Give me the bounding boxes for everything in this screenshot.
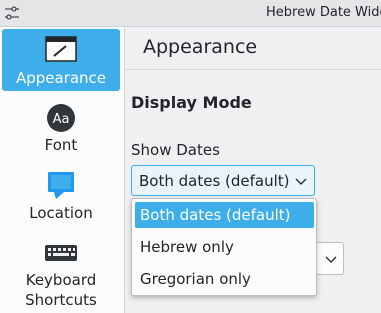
appearance-icon [45,36,77,62]
chevron-down-icon [325,256,337,263]
sidebar-item-label: Font [44,136,78,154]
sidebar-item-label: Appearance [15,69,107,87]
dropdown-option-gregorian-only[interactable]: Gregorian only [135,266,314,292]
sidebar-item-location[interactable]: Location [2,167,120,225]
sidebar-item-label: Location [29,204,93,222]
header-divider [125,69,381,70]
dropdown-option-hebrew-only[interactable]: Hebrew only [135,234,314,260]
sidebar: Appearance Aa Font Location Keyboard Sho… [0,27,124,313]
font-icon: Aa [47,104,75,132]
svg-text:Aa: Aa [53,112,70,127]
sidebar-item-keyboard-shortcuts[interactable]: Keyboard Shortcuts [2,237,120,313]
sidebar-item-font[interactable]: Aa Font [2,99,120,157]
sidebar-item-label: Keyboard [25,271,97,289]
sidebar-item-label-2: Shortcuts [25,291,97,309]
location-icon [48,172,74,199]
window-title: Hebrew Date Widg [266,5,381,20]
keyboard-icon [45,245,77,261]
section-title: Display Mode [131,93,252,112]
combobox-value: Both dates (default) [139,172,290,190]
show-dates-label: Show Dates [131,141,220,159]
settings-menu-icon[interactable] [4,5,20,21]
show-dates-dropdown: Both dates (default) Hebrew only Gregori… [131,198,317,296]
sidebar-item-appearance[interactable]: Appearance [2,29,120,91]
page-title: Appearance [143,36,258,58]
chevron-down-icon [295,178,307,185]
dropdown-option-both-dates[interactable]: Both dates (default) [135,202,314,228]
show-dates-combobox[interactable]: Both dates (default) [131,165,315,196]
title-bar: Hebrew Date Widg [0,0,381,27]
